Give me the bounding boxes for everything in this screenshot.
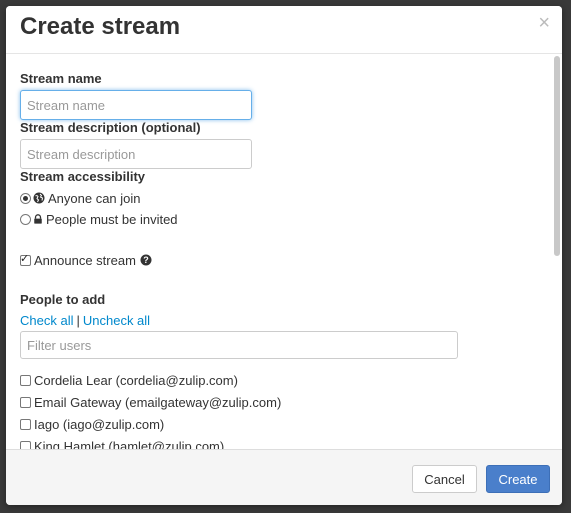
user-checkbox[interactable]	[20, 396, 31, 408]
modal-header: Create stream ×	[6, 6, 562, 54]
question-circle-icon[interactable]: ?	[140, 254, 152, 266]
create-stream-modal: Create stream × Stream name Stream descr…	[6, 6, 562, 505]
stream-description-label: Stream description (optional)	[20, 120, 201, 135]
modal-title: Create stream	[20, 13, 181, 40]
user-list-item[interactable]: Email Gateway (emailgateway@zulip.com)	[20, 394, 281, 410]
stream-name-input[interactable]	[20, 90, 252, 120]
user-list-item[interactable]: Iago (iago@zulip.com)	[20, 416, 164, 432]
link-separator: |	[76, 312, 80, 328]
close-button[interactable]: ×	[538, 13, 550, 33]
modal-footer: Cancel Create	[6, 449, 562, 505]
announce-stream-checkbox[interactable]	[20, 252, 31, 266]
filter-users-input[interactable]	[20, 331, 458, 359]
stream-description-input[interactable]	[20, 139, 252, 169]
scrollbar-thumb[interactable]	[554, 56, 560, 256]
announce-stream-label: Announce stream	[34, 252, 136, 268]
user-checkbox[interactable]	[20, 418, 31, 430]
stream-accessibility-label: Stream accessibility	[20, 169, 146, 184]
user-label: King Hamlet (hamlet@zulip.com)	[34, 438, 225, 450]
people-to-add-label: People to add	[20, 292, 106, 307]
check-links-row: Check all | Uncheck all	[20, 312, 150, 328]
people-must-be-invited-label: People must be invited	[46, 211, 178, 227]
create-button[interactable]: Create	[486, 465, 550, 493]
access-option-anyone[interactable]: Anyone can join	[20, 190, 141, 206]
user-list-item[interactable]: King Hamlet (hamlet@zulip.com)	[20, 438, 224, 449]
user-label: Cordelia Lear (cordelia@zulip.com)	[34, 372, 238, 388]
access-option-invite[interactable]: People must be invited	[20, 211, 178, 227]
announce-stream-row[interactable]: Announce stream ?	[20, 252, 155, 268]
user-list-item[interactable]: Cordelia Lear (cordelia@zulip.com)	[20, 372, 238, 388]
check-all-link[interactable]: Check all	[20, 313, 73, 328]
uncheck-all-link[interactable]: Uncheck all	[83, 313, 150, 328]
people-must-be-invited-radio[interactable]	[20, 213, 31, 225]
user-checkbox[interactable]	[20, 374, 31, 386]
modal-body[interactable]: Stream name Stream description (optional…	[6, 54, 562, 449]
lock-icon	[34, 214, 42, 224]
cancel-button[interactable]: Cancel	[412, 465, 477, 493]
stream-name-label: Stream name	[20, 71, 102, 86]
anyone-can-join-radio[interactable]	[20, 192, 31, 204]
user-checkbox[interactable]	[20, 440, 31, 449]
user-label: Email Gateway (emailgateway@zulip.com)	[34, 394, 282, 410]
user-label: Iago (iago@zulip.com)	[34, 416, 165, 432]
svg-text:?: ?	[143, 255, 149, 265]
globe-icon	[33, 192, 45, 204]
anyone-can-join-label: Anyone can join	[48, 190, 141, 206]
